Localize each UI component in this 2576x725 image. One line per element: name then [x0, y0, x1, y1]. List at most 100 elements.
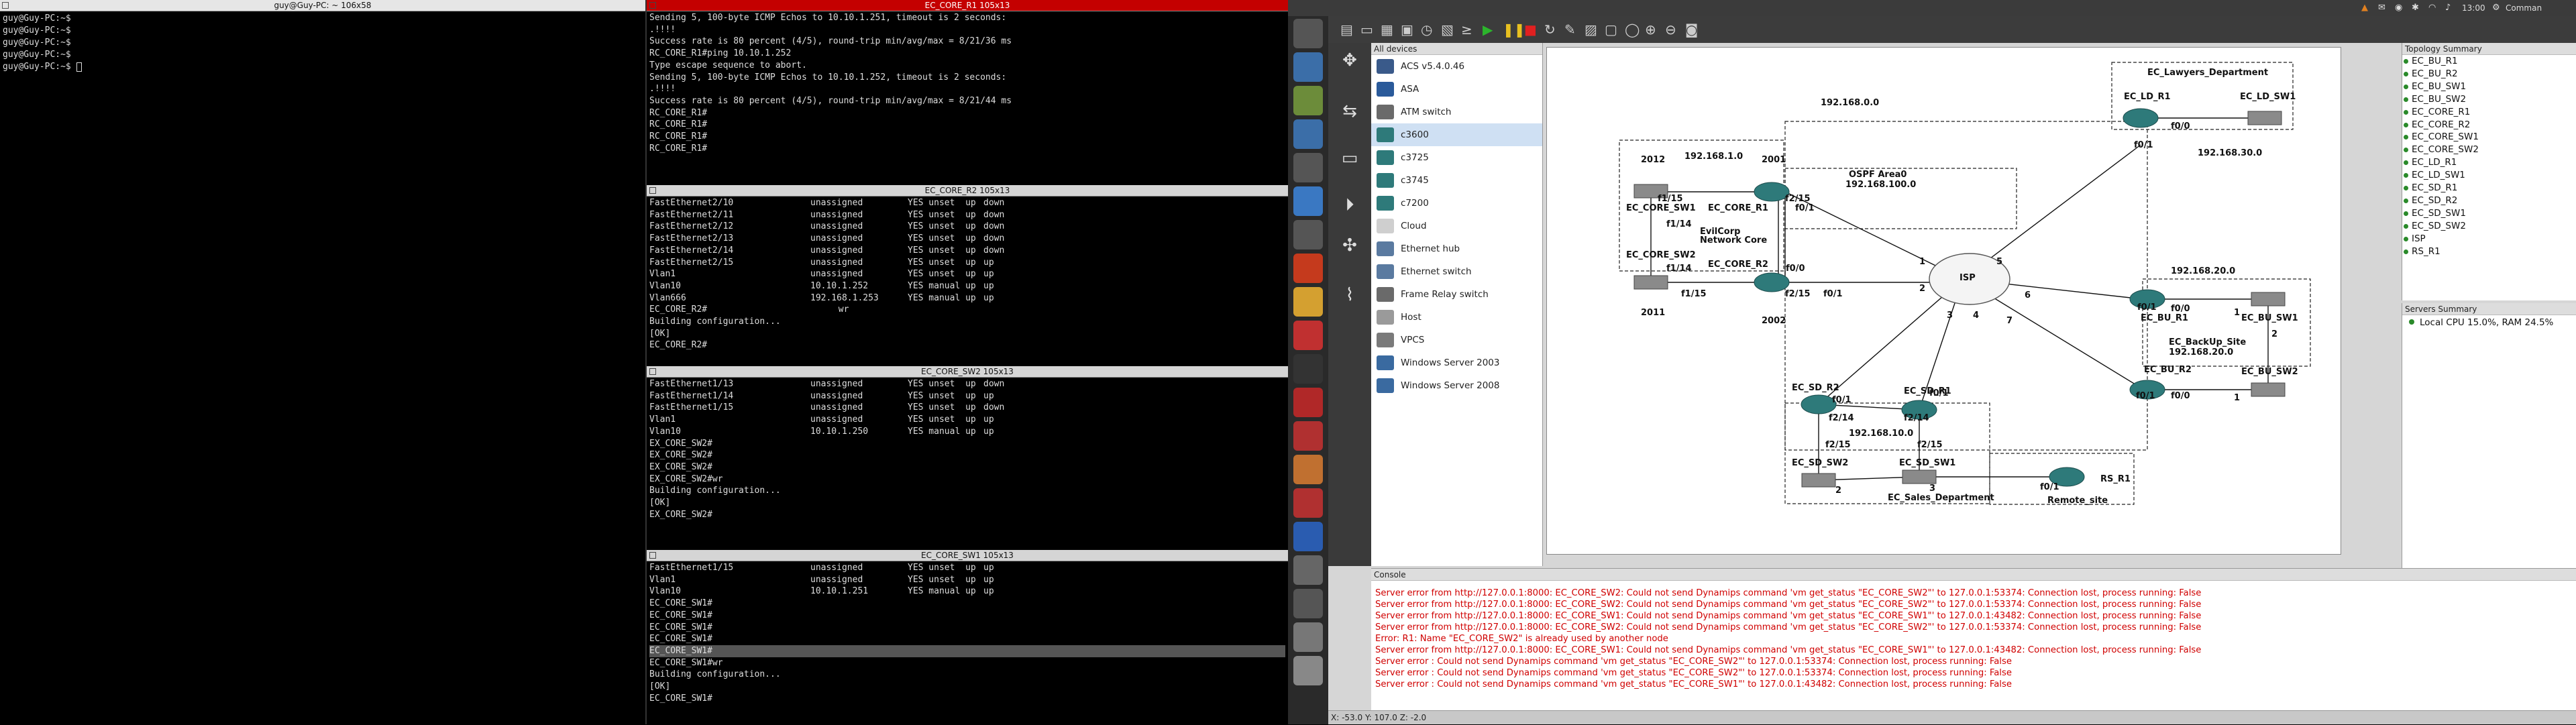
canvas-label-f00bu[interactable]: f0/0 — [2171, 304, 2190, 314]
canvas-label-f01-ld[interactable]: f0/1 — [2134, 140, 2153, 150]
server-item[interactable]: Local CPU 15.0%, RAM 24.5% — [2402, 315, 2576, 328]
app-icon[interactable] — [1293, 421, 1323, 451]
topology-canvas[interactable]: 192.168.0.0 EC_Lawyers_Department EC_LD_R1… — [1546, 47, 2341, 555]
username[interactable]: Comman — [2506, 3, 2542, 13]
device-item[interactable]: ASA — [1371, 78, 1542, 101]
device-item[interactable]: ATM switch — [1371, 101, 1542, 123]
console-panel[interactable]: Console Server error from http://127.0.0… — [1371, 568, 2576, 710]
canvas-label-f01bu[interactable]: f0/1 — [2137, 302, 2157, 313]
canvas-label-f114b[interactable]: f1/14 — [1666, 264, 1692, 274]
canvas-label-p5[interactable]: 5 — [1996, 257, 2002, 267]
console-all-icon[interactable]: ≥ — [1461, 21, 1472, 38]
canvas-label-two-sd[interactable]: 2 — [1835, 486, 1841, 496]
app-icon[interactable] — [1293, 254, 1323, 283]
canvas-label-net-ld[interactable]: 192.168.30.0 — [2198, 148, 2262, 158]
device-item[interactable]: Windows Server 2003 — [1371, 351, 1542, 374]
canvas-label-rs-r1[interactable]: RS_R1 — [2100, 474, 2131, 484]
canvas-label-bu-r1[interactable]: EC_BU_R1 — [2141, 313, 2188, 323]
clock[interactable]: 13:00 — [2462, 3, 2485, 13]
canvas-label-evilcorp[interactable]: EvilCorp Network Core — [1700, 227, 1767, 245]
app-icon[interactable] — [1293, 589, 1323, 618]
close-icon[interactable] — [649, 187, 656, 194]
canvas-label-p1[interactable]: 1 — [1919, 257, 1925, 267]
topology-node[interactable]: EC_CORE_SW2 — [2402, 144, 2576, 156]
close-icon[interactable] — [649, 2, 656, 9]
app-icon[interactable] — [1293, 555, 1323, 585]
zoom-out-icon[interactable]: ⊖ — [1665, 21, 1676, 38]
topology-node[interactable]: RS_R1 — [2402, 245, 2576, 258]
terminal-output[interactable]: Sending 5, 100-byte ICMP Echos to 10.10.… — [647, 11, 1288, 155]
terminal-ec-core-r2[interactable]: EC_CORE_R2 105x13 FastEthernet2/10 unassi… — [646, 185, 1288, 368]
security-devices-icon[interactable]: ⏵ — [1338, 193, 1362, 217]
app-icon[interactable] — [1293, 287, 1323, 317]
device-item[interactable]: Cloud — [1371, 215, 1542, 237]
canvas-label-p7[interactable]: 7 — [2006, 316, 2012, 326]
bluetooth-icon[interactable]: ✱ — [2412, 3, 2419, 13]
close-icon[interactable] — [649, 552, 656, 559]
canvas-label-n2012[interactable]: 2012 — [1641, 155, 1665, 165]
topology-node[interactable]: EC_CORE_R1 — [2402, 106, 2576, 119]
canvas-label-ld-r1[interactable]: EC_LD_R1 — [2124, 92, 2171, 102]
canvas-label-f215sd2[interactable]: f2/15 — [1917, 440, 1943, 450]
start-icon[interactable]: ▶ — [1483, 21, 1493, 38]
canvas-label-f214b[interactable]: f2/14 — [1904, 413, 1929, 423]
canvas-label-lawyers[interactable]: EC_Lawyers_Department — [2147, 68, 2268, 78]
topology-node[interactable]: EC_LD_R1 — [2402, 156, 2576, 169]
settings-gear-icon[interactable]: ⚙ — [2492, 3, 2500, 13]
canvas-label-f01b[interactable]: f0/1 — [1823, 289, 1843, 299]
left-terminal-window[interactable]: guy@Guy-PC: ~ 106x58 guy@Guy-PC:~$ guy@G… — [0, 0, 646, 724]
terminal-output[interactable]: FastEthernet1/15 unassigned YES unset up up… — [647, 561, 1288, 705]
canvas-label-f214a[interactable]: f2/14 — [1829, 413, 1854, 423]
canvas-label-backup[interactable]: EC_BackUp_Site — [2169, 337, 2246, 347]
topology-node[interactable]: EC_CORE_R2 — [2402, 119, 2576, 131]
annotate-icon[interactable]: ✎ — [1564, 21, 1576, 38]
device-item[interactable]: c3600 — [1371, 123, 1542, 146]
clock-icon[interactable]: ◷ — [1421, 21, 1432, 38]
app-icon[interactable] — [1293, 220, 1323, 249]
open-folder-icon[interactable]: ▭ — [1360, 21, 1373, 38]
all-devices-icon[interactable]: ✣ — [1338, 233, 1362, 258]
canvas-label-p3[interactable]: 3 — [1947, 311, 1953, 321]
app-icon[interactable] — [1293, 186, 1323, 216]
terminal-titlebar[interactable]: EC_CORE_SW1 105x13 — [647, 550, 1288, 561]
canvas-label-net20b[interactable]: 192.168.20.0 — [2169, 347, 2233, 357]
topology-node[interactable]: EC_SD_R2 — [2402, 194, 2576, 207]
gns3-window[interactable]: ▲ ✉ ◉ ✱ ◠ ♪ 13:00 ⚙ Comman ▤ ▭ ▦ ▣ ◷ ▧ ≥… — [1288, 0, 2576, 724]
switches-icon[interactable]: ⇆ — [1338, 99, 1362, 123]
canvas-label-f01sd1[interactable]: f0/1 — [1929, 388, 1949, 398]
canvas-label-net20[interactable]: 192.168.20.0 — [2171, 266, 2235, 276]
zoom-in-icon[interactable]: ⊕ — [1645, 21, 1656, 38]
app-icon[interactable] — [1293, 622, 1323, 652]
topology-node[interactable]: EC_BU_SW2 — [2402, 93, 2576, 106]
canvas-label-core-r1[interactable]: EC_CORE_R1 — [1708, 203, 1768, 213]
rectangle-icon[interactable]: ▢ — [1605, 21, 1617, 38]
device-item[interactable]: ACS v5.4.0.46 — [1371, 55, 1542, 78]
terminal-output[interactable]: FastEthernet2/10 unassigned YES unset up do… — [647, 197, 1288, 352]
canvas-label-f00-ld[interactable]: f0/0 — [2171, 121, 2190, 131]
canvas-label-f115b[interactable]: f1/15 — [1681, 289, 1707, 299]
terminal-ec-core-sw1[interactable]: EC_CORE_SW1 105x13 FastEthernet1/15 unass… — [646, 550, 1288, 724]
canvas-label-f114a[interactable]: f1/14 — [1666, 219, 1692, 229]
canvas-label-f215a[interactable]: f2/15 — [1785, 194, 1811, 204]
device-item[interactable]: Windows Server 2008 — [1371, 374, 1542, 397]
canvas-label-f00b[interactable]: f0/0 — [1786, 264, 1805, 274]
device-item[interactable]: c3725 — [1371, 146, 1542, 169]
canvas-label-n2001[interactable]: 2001 — [1762, 155, 1786, 165]
warning-icon[interactable]: ▲ — [2361, 3, 2368, 13]
canvas-label-net10[interactable]: 192.168.10.0 — [1849, 429, 1913, 439]
canvas-label-remote[interactable]: Remote_site — [2047, 496, 2108, 506]
device-item[interactable]: Ethernet hub — [1371, 237, 1542, 260]
device-item[interactable]: c3745 — [1371, 169, 1542, 192]
canvas-label-f00bu2[interactable]: f0/0 — [2171, 391, 2190, 401]
topology-node[interactable]: EC_SD_SW2 — [2402, 220, 2576, 233]
topology-node[interactable]: EC_SD_SW1 — [2402, 207, 2576, 220]
canvas-label-sd-r2[interactable]: EC_SD_R2 — [1792, 383, 1839, 393]
canvas-label-isp[interactable]: ISP — [1960, 273, 1976, 283]
terminal-icon[interactable] — [1293, 354, 1323, 384]
wifi-icon[interactable]: ◠ — [2428, 3, 2436, 13]
app-icon[interactable] — [1293, 52, 1323, 82]
topology-node[interactable]: EC_BU_SW1 — [2402, 80, 2576, 93]
network-icon[interactable]: ◉ — [2395, 3, 2402, 13]
canvas-label-p6[interactable]: 6 — [2025, 290, 2031, 300]
canvas-label-sd-sw2[interactable]: EC_SD_SW2 — [1792, 458, 1848, 468]
